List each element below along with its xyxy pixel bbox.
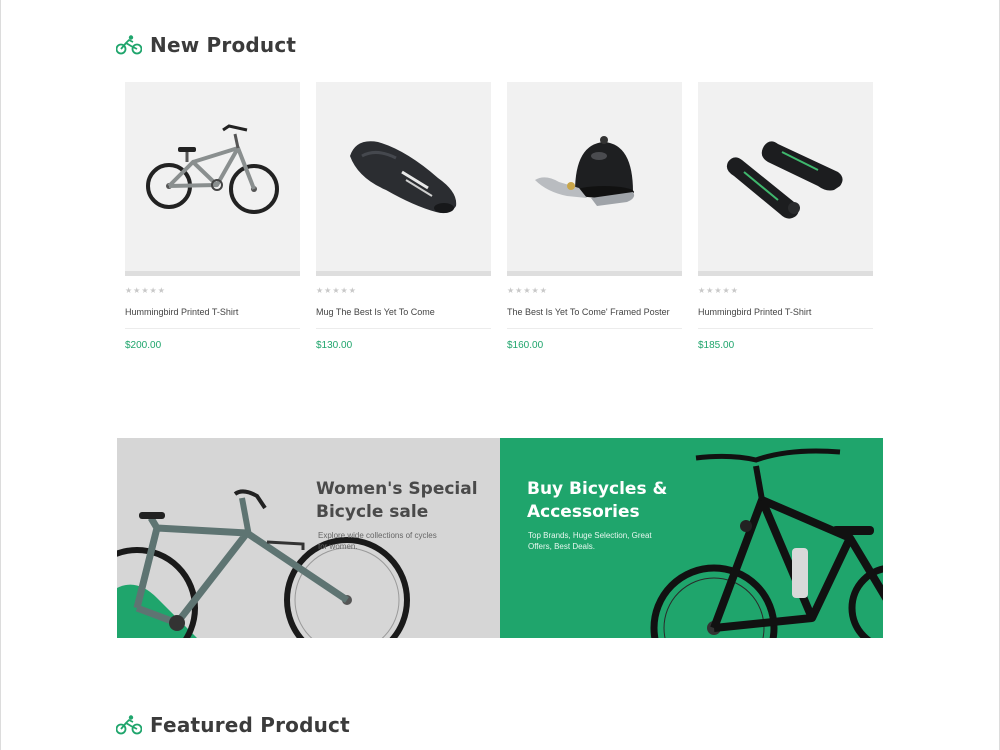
featured-product-heading: Featured Product	[116, 713, 350, 737]
product-name[interactable]: Hummingbird Printed T-Shirt	[698, 307, 873, 329]
bike-saddle-image	[350, 141, 457, 214]
product-price: $185.00	[698, 340, 735, 351]
banner-title: Buy Bicycles & Accessories	[527, 479, 668, 522]
mountain-bike-image	[146, 124, 279, 214]
product-image[interactable]	[316, 82, 491, 276]
product-card[interactable]: ★★★★★ Hummingbird Printed T-Shirt $185.0…	[698, 82, 873, 367]
bicycles-accessories-banner[interactable]: Buy Bicycles & Accessories Top Brands, H…	[500, 438, 883, 638]
product-image[interactable]	[698, 82, 873, 276]
rating-stars: ★★★★★	[125, 286, 166, 295]
product-name[interactable]: Mug The Best Is Yet To Come	[316, 307, 491, 329]
product-grid: ★★★★★ Hummingbird Printed T-Shirt $200.0…	[125, 82, 873, 367]
product-image[interactable]	[507, 82, 682, 276]
rating-stars: ★★★★★	[316, 286, 357, 295]
section-title: New Product	[150, 33, 297, 57]
banner-subtitle: Explore wide collections of cycles for w…	[318, 531, 437, 551]
product-price: $200.00	[125, 340, 162, 351]
banner-title: Women's Special Bicycle sale	[316, 479, 478, 522]
product-card[interactable]: ★★★★★ The Best Is Yet To Come' Framed Po…	[507, 82, 682, 367]
cyclist-icon	[116, 35, 142, 55]
product-name[interactable]: The Best Is Yet To Come' Framed Poster	[507, 307, 682, 329]
product-price: $130.00	[316, 340, 353, 351]
product-image[interactable]	[125, 82, 300, 276]
product-name[interactable]: Hummingbird Printed T-Shirt	[125, 307, 300, 329]
product-price: $160.00	[507, 340, 544, 351]
womens-sale-banner[interactable]: Women's Special Bicycle sale Explore wid…	[117, 438, 500, 638]
bar-ends-image	[726, 141, 843, 219]
new-product-heading: New Product	[116, 33, 296, 57]
bike-bell-image	[535, 136, 635, 206]
rating-stars: ★★★★★	[507, 286, 548, 295]
product-card[interactable]: ★★★★★ Mug The Best Is Yet To Come $130.0…	[316, 82, 491, 367]
banner-subtitle: Top Brands, Huge Selection, Great Offers…	[528, 531, 652, 551]
section-title: Featured Product	[150, 713, 350, 737]
product-card[interactable]: ★★★★★ Hummingbird Printed T-Shirt $200.0…	[125, 82, 300, 367]
rating-stars: ★★★★★	[698, 286, 739, 295]
cyclist-icon	[116, 715, 142, 735]
